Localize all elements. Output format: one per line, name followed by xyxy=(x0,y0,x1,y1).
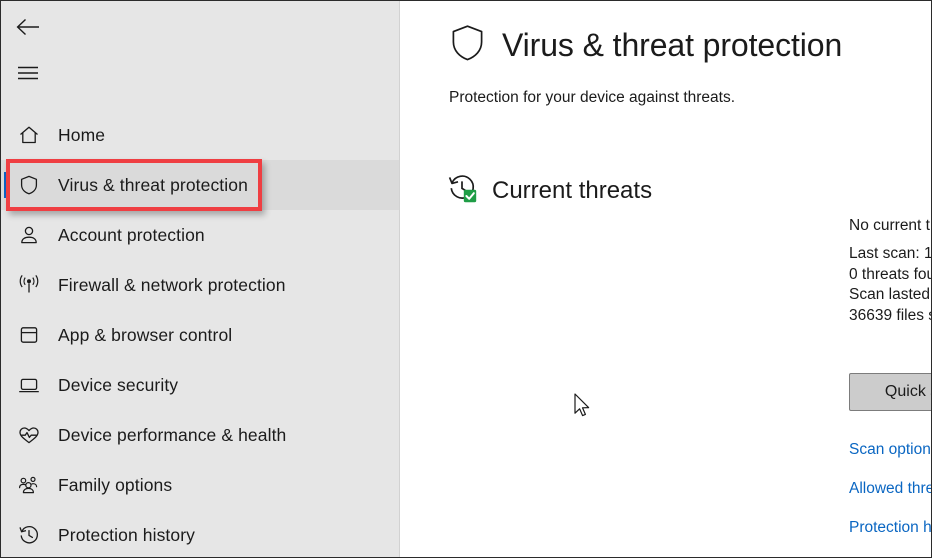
sidebar: Home Virus & threat protection Account p… xyxy=(1,1,400,557)
hamburger-icon xyxy=(18,66,38,80)
scan-options-link[interactable]: Scan options xyxy=(849,441,931,459)
sidebar-item-virus-threat-protection[interactable]: Virus & threat protection xyxy=(1,160,400,210)
wifi-signal-icon xyxy=(13,274,45,296)
sidebar-item-label: Account protection xyxy=(58,224,205,245)
threat-status-line: 36639 files scanned. xyxy=(849,306,931,324)
threat-status-line: Scan lasted 1 minutes 1 seconds xyxy=(849,286,931,303)
sidebar-item-label: Virus & threat protection xyxy=(58,174,248,195)
allowed-threats-link[interactable]: Allowed threats xyxy=(849,480,931,498)
back-button[interactable] xyxy=(7,9,49,45)
sidebar-item-label: Device security xyxy=(58,374,179,395)
sidebar-item-label: Family options xyxy=(58,474,173,495)
heart-pulse-icon xyxy=(13,424,45,446)
sidebar-item-app-browser-control[interactable]: App & browser control xyxy=(1,310,400,360)
sidebar-item-label: Device performance & health xyxy=(58,424,287,445)
sidebar-item-label: Firewall & network protection xyxy=(58,274,286,295)
selection-indicator xyxy=(4,172,7,198)
sidebar-item-label: Home xyxy=(58,124,106,145)
sidebar-item-home[interactable]: Home xyxy=(1,110,400,160)
sidebar-item-family-options[interactable]: Family options xyxy=(1,460,400,510)
section-title: Current threats xyxy=(492,176,653,204)
sidebar-item-label: Protection history xyxy=(58,524,195,545)
threat-status-lines: No current threats. Last scan: 11/17/202… xyxy=(849,217,932,327)
family-group-icon xyxy=(13,474,45,496)
person-icon xyxy=(13,224,45,246)
home-icon xyxy=(13,124,45,146)
sidebar-item-firewall-network-protection[interactable]: Firewall & network protection xyxy=(1,260,400,310)
page-header: Virus & threat protection xyxy=(449,23,842,68)
main-content: Virus & threat protection Protection for… xyxy=(400,1,932,557)
page-subtitle: Protection for your device against threa… xyxy=(449,89,736,106)
sidebar-item-device-security[interactable]: Device security xyxy=(1,360,400,410)
windows-security-window: Home Virus & threat protection Account p… xyxy=(0,0,932,558)
sidebar-item-account-protection[interactable]: Account protection xyxy=(1,210,400,260)
protection-history-link[interactable]: Protection history xyxy=(849,519,931,537)
page-title: Virus & threat protection xyxy=(502,27,843,63)
sidebar-item-device-performance-health[interactable]: Device performance & health xyxy=(1,410,400,460)
threat-status-line: Last scan: 11/17/2021 9:49 AM (quick sca… xyxy=(849,245,932,262)
sidebar-item-protection-history[interactable]: Protection history xyxy=(1,510,400,557)
shield-icon xyxy=(449,23,486,68)
threat-status-line: No current threats. xyxy=(849,217,931,234)
threat-status-line: 0 threats found. xyxy=(849,265,931,283)
back-arrow-icon xyxy=(16,19,39,35)
history-clock-icon xyxy=(13,524,45,546)
shield-icon xyxy=(13,174,45,196)
quick-scan-button[interactable]: Quick scan xyxy=(849,373,931,411)
laptop-icon xyxy=(13,374,45,396)
hamburger-menu-button[interactable] xyxy=(7,55,49,91)
sidebar-item-label: App & browser control xyxy=(58,324,233,345)
history-clock-check-icon xyxy=(447,173,477,208)
browser-window-icon xyxy=(13,324,45,346)
section-header-current-threats: Current threats xyxy=(447,173,652,208)
